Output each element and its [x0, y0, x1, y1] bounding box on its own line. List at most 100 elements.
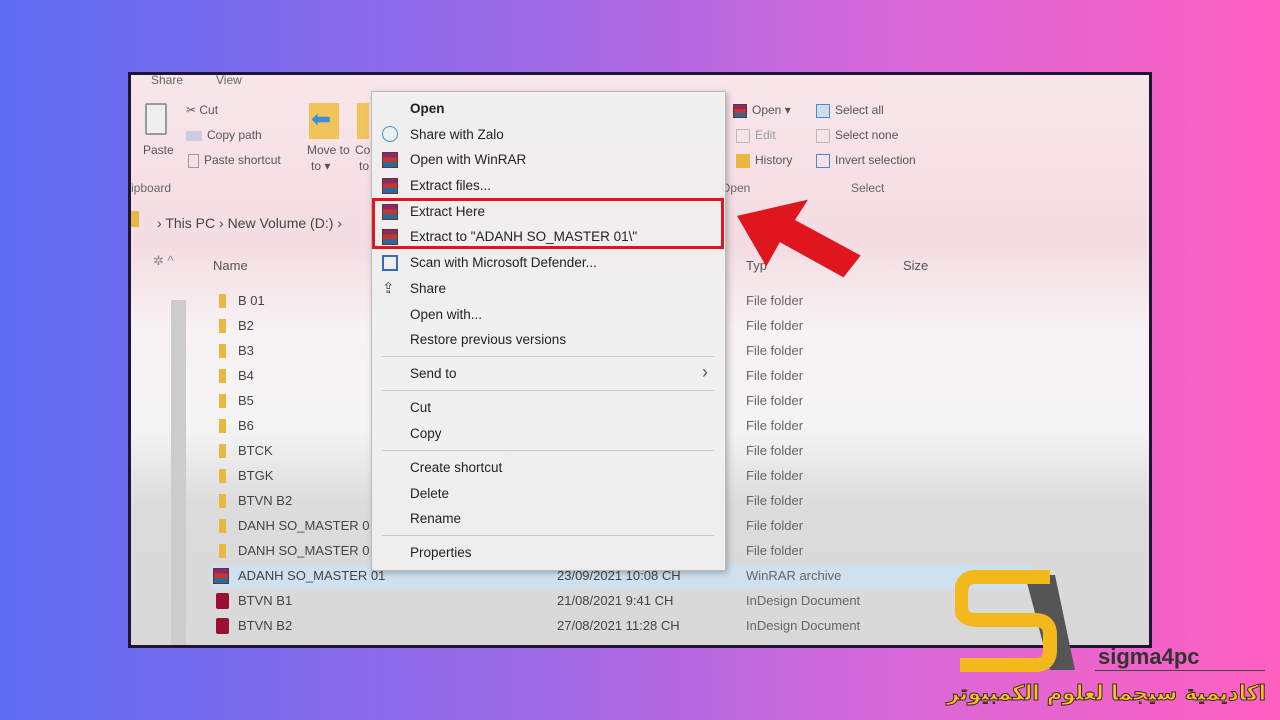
file-row[interactable]: BTVN B2 27/08/2021 11:28 CH InDesign Docum… [211, 614, 1031, 639]
file-name: BTVN B1 [238, 593, 293, 608]
menu-properties[interactable]: Properties [410, 545, 472, 560]
file-type: InDesign Document [746, 618, 861, 633]
clipboard-group-label: ipboard [131, 181, 172, 195]
folder-icon [219, 469, 226, 483]
breadcrumb-this-pc[interactable]: This PC [165, 215, 215, 231]
file-name: B4 [238, 368, 254, 383]
menu-rename[interactable]: Rename [410, 511, 461, 526]
highlight-box [372, 198, 724, 249]
file-name: DANH SO_MASTER 0 [238, 543, 370, 558]
paste-shortcut-button[interactable]: Paste shortcut [188, 153, 281, 168]
copy-path-button[interactable]: Copy path [186, 128, 262, 142]
history-button[interactable]: History [736, 153, 792, 168]
select-all-button[interactable]: Select all [816, 103, 884, 118]
menu-open[interactable]: Open [410, 101, 445, 116]
sigma4pc-logo-icon [955, 570, 1075, 672]
move-to-dropdown[interactable]: to ▾ [311, 159, 330, 173]
file-type: File folder [746, 443, 804, 458]
menu-restore-versions[interactable]: Restore previous versions [410, 332, 566, 347]
select-all-icon [816, 103, 830, 118]
breadcrumb: › This PC › New Volume (D:) › [157, 215, 342, 231]
paste-shortcut-icon [188, 153, 199, 168]
cut-button[interactable]: ✂ Cut [186, 103, 218, 117]
logo-tagline: اكاديمية سيجما لعلوم الكمبيوتر [946, 681, 1266, 706]
file-name: ADANH SO_MASTER 01 [238, 568, 386, 583]
file-row[interactable]: BTVN B1 21/08/2021 9:41 CH InDesign Docume… [211, 589, 1031, 614]
file-name: BTVN B2 [238, 493, 293, 508]
menu-separator [382, 356, 714, 357]
breadcrumb-new-volume[interactable]: New Volume (D:) [228, 215, 334, 231]
menu-scan-defender[interactable]: Scan with Microsoft Defender... [410, 255, 597, 270]
indesign-icon [216, 593, 229, 609]
column-size[interactable]: Size [903, 258, 928, 273]
file-date: 27/08/2021 11:28 CH [557, 618, 680, 633]
winrar-icon [382, 152, 398, 168]
tab-share[interactable]: Share [151, 73, 183, 87]
menu-send-to[interactable]: Send to [410, 366, 457, 381]
file-type: File folder [746, 318, 804, 333]
tab-view[interactable]: View [216, 73, 242, 87]
logo-brand: sigma4pc [1098, 644, 1200, 669]
copy-path-icon [186, 130, 202, 141]
edit-button[interactable]: Edit [736, 128, 776, 143]
column-name[interactable]: Name [213, 258, 248, 273]
copy-to-icon [357, 103, 369, 139]
paste-button[interactable]: Paste [143, 143, 174, 157]
menu-extract-files[interactable]: Extract files... [410, 178, 491, 193]
defender-icon [382, 255, 398, 271]
folder-icon [219, 519, 226, 533]
file-type: File folder [746, 368, 804, 383]
folder-icon [219, 494, 226, 508]
move-to-icon: ⬅ [309, 103, 339, 139]
file-name: DANH SO_MASTER 0 [238, 518, 370, 533]
file-type: File folder [746, 468, 804, 483]
menu-open-winrar[interactable]: Open with WinRAR [410, 152, 526, 167]
file-name: B5 [238, 393, 254, 408]
file-type: InDesign Document [746, 593, 861, 608]
copy-to-button[interactable]: Co [355, 143, 370, 157]
folder-icon [219, 344, 226, 358]
menu-share-zalo[interactable]: Share with Zalo [410, 127, 504, 142]
open-button[interactable]: Open ▾ [733, 103, 791, 118]
move-to-button[interactable]: Move to [307, 143, 350, 157]
menu-copy[interactable]: Copy [410, 426, 442, 441]
folder-icon [131, 211, 139, 227]
menu-cut[interactable]: Cut [410, 400, 431, 415]
folder-icon [219, 319, 226, 333]
menu-open-with[interactable]: Open with... [410, 307, 482, 322]
menu-separator [382, 390, 714, 391]
file-name: BTCK [238, 443, 273, 458]
menu-delete[interactable]: Delete [410, 486, 449, 501]
file-type: File folder [746, 518, 804, 533]
menu-separator [382, 450, 714, 451]
winrar-icon [733, 103, 747, 118]
file-name: B2 [238, 318, 254, 333]
invert-selection-icon [816, 153, 830, 168]
winrar-icon [213, 568, 229, 584]
file-name: BTVN B2 [238, 618, 293, 633]
select-group-label: Select [851, 181, 885, 195]
folder-icon [219, 544, 226, 558]
file-type: File folder [746, 343, 804, 358]
menu-share[interactable]: Share [410, 281, 446, 296]
scissors-icon: ✂ [186, 103, 200, 117]
history-icon [736, 153, 750, 168]
paste-icon [145, 103, 167, 135]
red-arrow-icon [737, 199, 861, 278]
nav-pane-scrollbar[interactable] [171, 300, 186, 645]
menu-create-shortcut[interactable]: Create shortcut [410, 460, 502, 475]
file-type: WinRAR archive [746, 568, 842, 583]
folder-icon [219, 294, 226, 308]
file-type: File folder [746, 543, 804, 558]
select-none-button[interactable]: Select none [816, 128, 898, 143]
file-name: B 01 [238, 293, 265, 308]
menu-separator [382, 535, 714, 536]
edit-icon [736, 128, 750, 143]
invert-selection-button[interactable]: Invert selection [816, 153, 916, 168]
file-type: File folder [746, 393, 804, 408]
file-type: File folder [746, 493, 804, 508]
file-type: File folder [746, 418, 804, 433]
folder-icon [219, 419, 226, 433]
zalo-icon [382, 126, 398, 142]
file-name: B6 [238, 418, 254, 433]
